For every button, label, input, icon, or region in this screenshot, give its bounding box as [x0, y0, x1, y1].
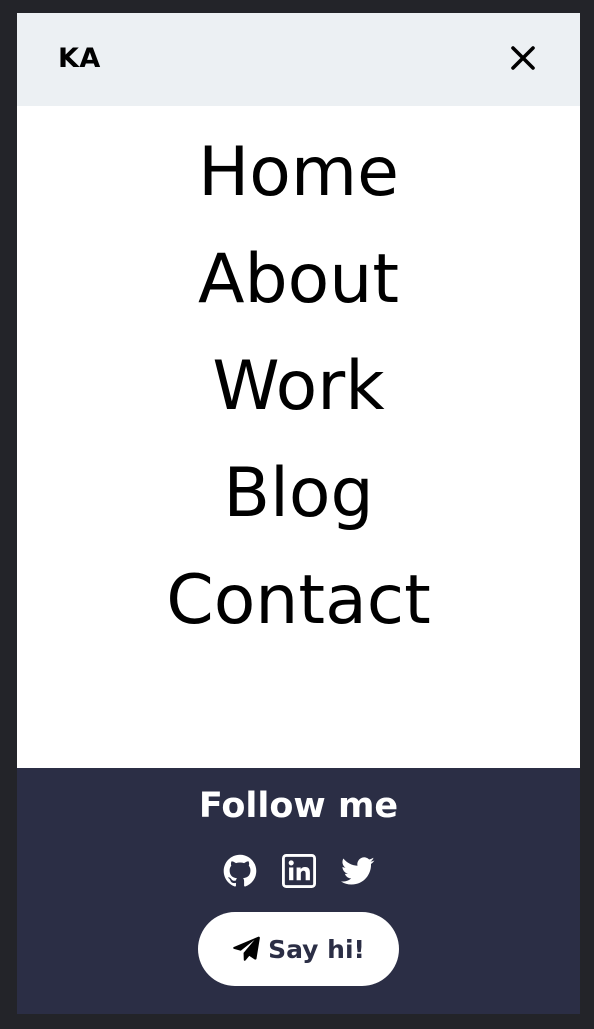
twitter-icon[interactable] [340, 854, 375, 888]
nav-link-about[interactable]: About [198, 226, 399, 333]
logo[interactable]: KA [58, 43, 101, 74]
nav-link-contact[interactable]: Contact [166, 547, 431, 654]
nav-item-contact: Contact [17, 561, 580, 708]
nav-link-work[interactable]: Work [212, 333, 384, 440]
paper-plane-icon [233, 936, 260, 961]
top-bar: KA [17, 13, 580, 106]
nav-link-home[interactable]: Home [198, 119, 399, 226]
linkedin-icon[interactable] [281, 854, 316, 888]
follow-heading: Follow me [198, 786, 399, 826]
close-icon [511, 46, 535, 70]
say-hi-button[interactable]: Say hi! [198, 912, 399, 986]
nav-link-blog[interactable]: Blog [223, 440, 373, 547]
close-menu-button[interactable] [507, 42, 539, 74]
github-icon[interactable] [223, 854, 257, 888]
mobile-menu-frame: KA Home About Work Blog Contact Follow m… [17, 13, 580, 1014]
say-hi-label: Say hi! [268, 934, 365, 964]
social-links [17, 854, 580, 888]
main-nav: Home About Work Blog Contact [17, 133, 580, 708]
footer: Follow me Say hi! [17, 768, 580, 1014]
